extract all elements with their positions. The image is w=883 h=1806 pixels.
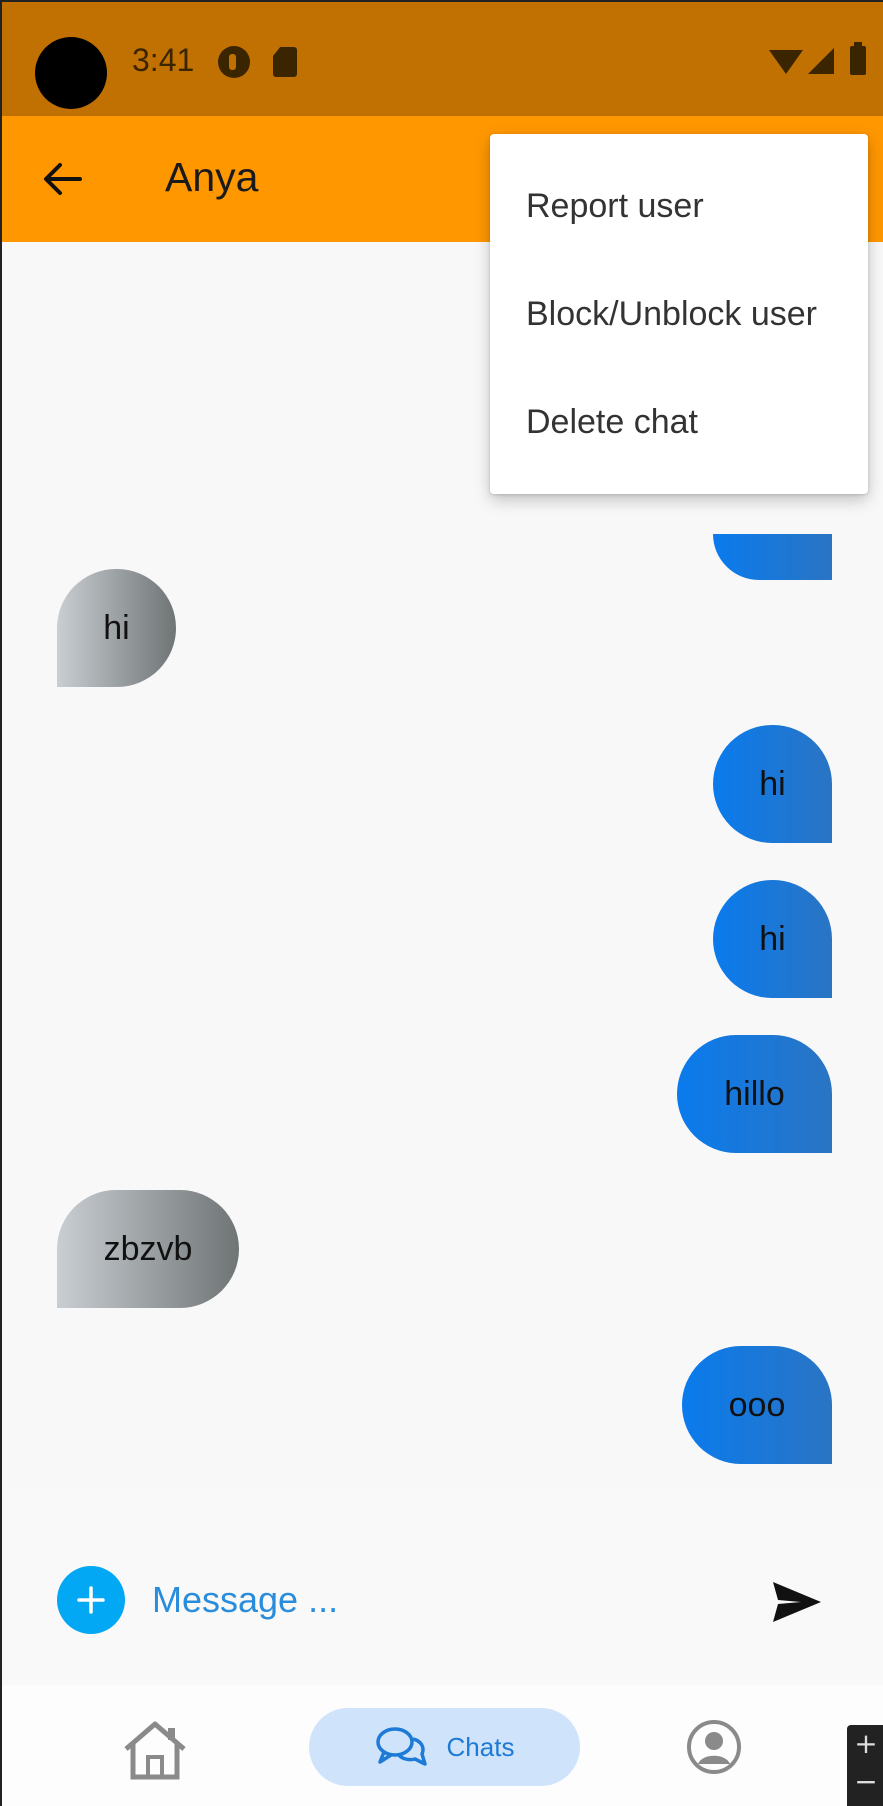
message-input[interactable] bbox=[152, 1567, 712, 1633]
nav-chats-tab[interactable]: Chats bbox=[309, 1708, 580, 1786]
send-icon bbox=[773, 1582, 821, 1622]
status-bar: 3:41 bbox=[2, 2, 883, 116]
message-bubble-outgoing[interactable]: hillo bbox=[677, 1035, 832, 1153]
message-bubble-incoming[interactable]: hi bbox=[57, 569, 176, 687]
sd-card-icon bbox=[273, 47, 297, 77]
plus-icon bbox=[77, 1586, 105, 1614]
user-avatar-icon bbox=[687, 1720, 741, 1774]
cell-signal-icon bbox=[808, 48, 834, 74]
status-time: 3:41 bbox=[132, 42, 195, 78]
message-bubble-incoming[interactable]: zbzvb bbox=[57, 1190, 239, 1308]
nav-chats-label: Chats bbox=[446, 1731, 515, 1762]
nav-profile-tab[interactable] bbox=[686, 1719, 742, 1775]
battery-icon bbox=[850, 42, 866, 75]
zoom-in-button[interactable]: + bbox=[847, 1725, 883, 1763]
camera-cutout bbox=[35, 37, 107, 109]
menu-item-delete-chat[interactable]: Delete chat bbox=[490, 368, 868, 476]
menu-item-block-unblock-user[interactable]: Block/Unblock user bbox=[490, 260, 868, 368]
chat-bubbles-icon bbox=[375, 1727, 427, 1766]
back-button[interactable] bbox=[32, 149, 92, 209]
message-composer bbox=[2, 1487, 883, 1685]
wifi-icon bbox=[769, 50, 803, 74]
arrow-left-icon bbox=[44, 163, 82, 195]
zoom-control[interactable]: + − bbox=[847, 1725, 883, 1806]
bottom-navigation: Chats bbox=[2, 1685, 883, 1806]
nav-home-tab[interactable] bbox=[120, 1719, 190, 1781]
overflow-menu: Report user Block/Unblock user Delete ch… bbox=[490, 134, 868, 494]
send-button[interactable] bbox=[762, 1567, 832, 1637]
message-bubble-outgoing[interactable]: ooo bbox=[682, 1346, 832, 1464]
menu-item-report-user[interactable]: Report user bbox=[490, 152, 868, 260]
notification-app-icon bbox=[218, 46, 250, 78]
message-bubble-partial[interactable] bbox=[713, 534, 832, 580]
chat-title: Anya bbox=[165, 154, 259, 200]
add-attachment-button[interactable] bbox=[57, 1566, 125, 1634]
home-icon bbox=[124, 1721, 186, 1780]
message-bubble-outgoing[interactable]: hi bbox=[713, 725, 832, 843]
app-frame: 3:41 Anya hi hi hi hillo zbzvb ooo Messa… bbox=[0, 0, 883, 1806]
zoom-out-button[interactable]: − bbox=[847, 1763, 883, 1801]
message-bubble-outgoing[interactable]: hi bbox=[713, 880, 832, 998]
